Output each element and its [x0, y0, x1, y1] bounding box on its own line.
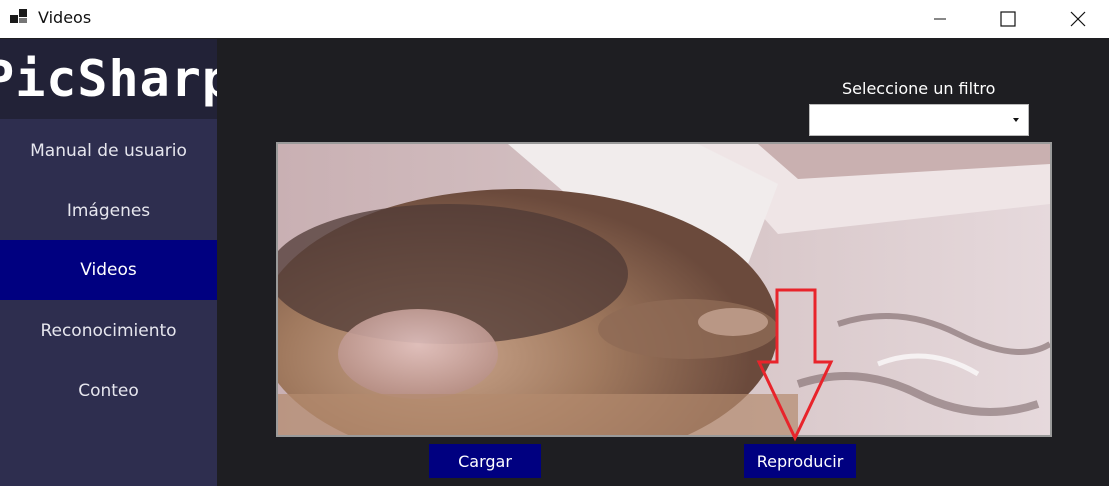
- filter-dropdown[interactable]: [809, 104, 1029, 136]
- sidebar-item-imagenes[interactable]: Imágenes: [0, 181, 217, 241]
- close-button[interactable]: [1055, 0, 1101, 38]
- filter-label: Seleccione un filtro: [842, 79, 996, 98]
- window-title: Videos: [38, 8, 92, 27]
- sidebar-item-videos[interactable]: Videos: [0, 240, 217, 300]
- app-window-icon: [10, 9, 28, 25]
- load-button[interactable]: Cargar: [429, 444, 541, 478]
- video-frame-image: [278, 144, 1050, 435]
- sidebar-item-manual[interactable]: Manual de usuario: [0, 121, 217, 181]
- app-logo: PicSharp: [0, 39, 232, 119]
- sidebar-item-reconocimiento[interactable]: Reconocimiento: [0, 301, 217, 361]
- minimize-icon: [934, 18, 946, 20]
- maximize-icon: [1000, 11, 1016, 27]
- dropdown-arrow-icon[interactable]: [1004, 105, 1028, 135]
- main-panel: Seleccione un filtro Cargar Reproducir: [217, 39, 1109, 486]
- close-icon: [1070, 11, 1086, 27]
- video-preview: [276, 142, 1052, 437]
- title-bar: Videos: [0, 0, 1109, 38]
- sidebar: PicSharp Manual de usuario Imágenes Vide…: [0, 39, 232, 486]
- sidebar-item-conteo[interactable]: Conteo: [0, 361, 217, 421]
- maximize-button[interactable]: [985, 0, 1031, 38]
- minimize-button[interactable]: [917, 0, 963, 38]
- play-button[interactable]: Reproducir: [744, 444, 856, 478]
